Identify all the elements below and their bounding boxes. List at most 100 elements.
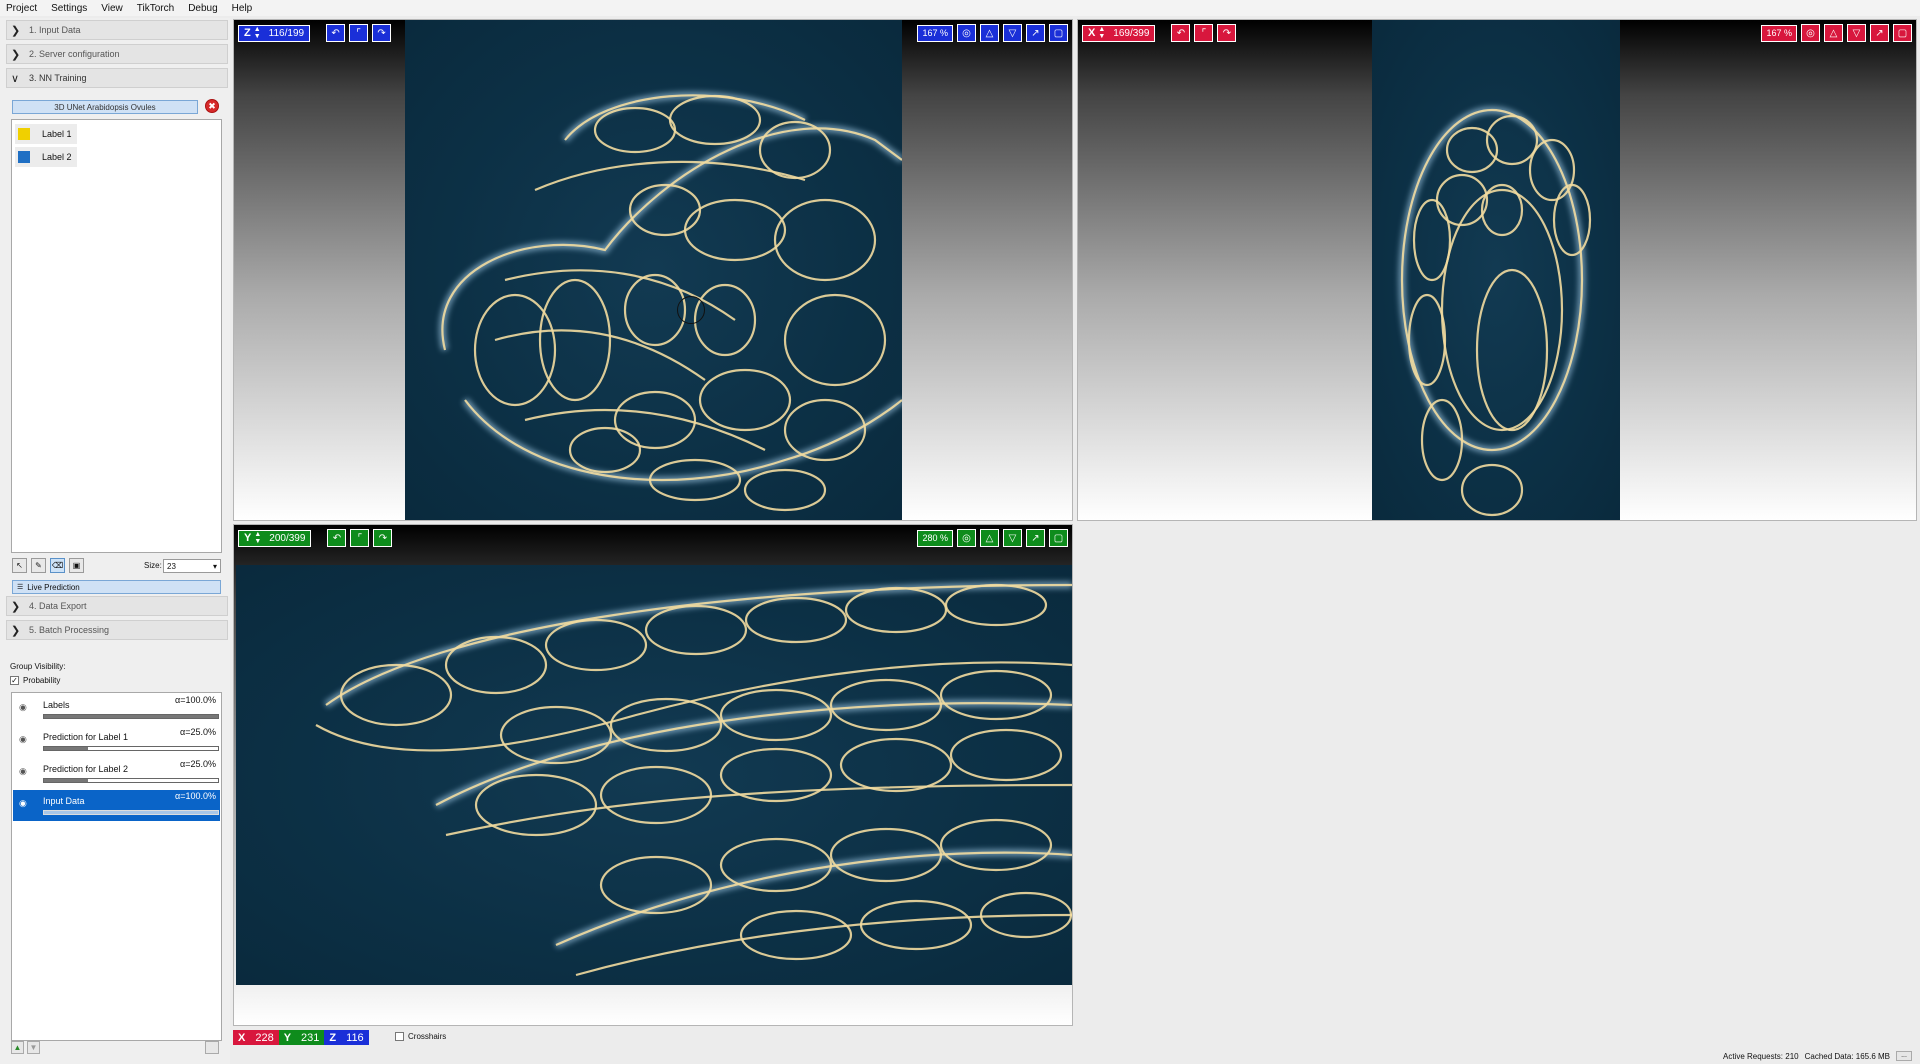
cell-membranes: [1398, 106, 1592, 517]
rotate-right-icon[interactable]: ↷: [373, 529, 393, 547]
eye-icon[interactable]: ◉: [19, 798, 27, 809]
label-color-swatch[interactable]: [18, 128, 30, 140]
slice-index: 116/199: [268, 27, 305, 39]
move-up-icon[interactable]: ▲: [11, 1041, 24, 1054]
eye-icon[interactable]: ◉: [19, 734, 27, 745]
layer-settings-icon[interactable]: [205, 1041, 219, 1054]
cached-data: Cached Data: 165.6 MB: [1804, 1051, 1890, 1061]
checkbox-unchecked-icon[interactable]: [395, 1032, 404, 1041]
opacity-slider[interactable]: [43, 714, 219, 719]
label-item[interactable]: Label 1: [15, 124, 77, 144]
more-icon[interactable]: ...: [1896, 1051, 1912, 1061]
zoom-out-icon[interactable]: ▽: [1003, 529, 1022, 547]
section-label: 1. Input Data: [29, 25, 81, 35]
fullscreen-icon[interactable]: ▢: [1049, 529, 1068, 547]
camera-icon[interactable]: ◎: [957, 24, 976, 42]
crosshairs-checkbox[interactable]: Crosshairs: [395, 1032, 446, 1041]
zoom-in-icon[interactable]: △: [1824, 24, 1843, 42]
menu-help[interactable]: Help: [232, 3, 253, 14]
image-slice-y[interactable]: [236, 565, 1072, 985]
viewer-z[interactable]: Z ▲ ▼ 116/199 ↶ ⌜ ↷ 167 % ◎ △ ▽ ↗ ▢: [233, 19, 1073, 521]
layer-row[interactable]: ◉ Prediction for Label 1 α=25.0%: [13, 726, 220, 757]
zoom-level[interactable]: 167 %: [917, 24, 953, 42]
opacity-fill: [44, 811, 218, 814]
section-label: 2. Server configuration: [29, 49, 120, 59]
eye-icon[interactable]: ◉: [19, 766, 27, 777]
updown-icon[interactable]: ▲ ▼: [254, 531, 261, 545]
rotate-left-icon[interactable]: ↶: [1171, 24, 1191, 42]
close-model-icon[interactable]: ✖: [205, 99, 219, 113]
group-visibility-label: Group Visibility:: [10, 662, 66, 671]
opacity-fill: [44, 779, 88, 782]
rotate-left-icon[interactable]: ↶: [327, 529, 347, 547]
layer-list: ◉ Labels α=100.0% ◉ Prediction for Label…: [11, 692, 222, 1041]
layer-name: Labels: [43, 700, 70, 710]
layer-opacity: α=25.0%: [180, 727, 216, 737]
swap-axes-icon[interactable]: ⌜: [349, 24, 369, 42]
pointer-tool-icon[interactable]: ↖: [12, 558, 27, 573]
layer-opacity: α=25.0%: [180, 759, 216, 769]
brush-size-select[interactable]: 23 ▾: [163, 559, 221, 573]
zoom-out-icon[interactable]: ▽: [1003, 24, 1022, 42]
section-label: 4. Data Export: [29, 601, 87, 611]
eye-icon[interactable]: ◉: [19, 702, 27, 713]
menu-project[interactable]: Project: [6, 3, 37, 14]
section-input-data[interactable]: ❯ 1. Input Data: [6, 20, 228, 40]
maximize-icon[interactable]: ↗: [1870, 24, 1889, 42]
maximize-icon[interactable]: ↗: [1026, 24, 1045, 42]
live-prediction-button[interactable]: ☰ Live Prediction: [12, 580, 221, 594]
updown-icon[interactable]: ▲ ▼: [1098, 26, 1105, 40]
menu-debug[interactable]: Debug: [188, 3, 217, 14]
section-batch-processing[interactable]: ❯ 5. Batch Processing: [6, 620, 228, 640]
slice-selector[interactable]: X ▲ ▼ 169/399: [1082, 24, 1156, 42]
position-x-value: 228: [255, 1031, 274, 1044]
opacity-slider[interactable]: [43, 746, 219, 751]
slice-index: 169/399: [1113, 27, 1150, 39]
layer-row[interactable]: ◉ Prediction for Label 2 α=25.0%: [13, 758, 220, 789]
image-slice-z[interactable]: [405, 20, 902, 520]
swap-axes-icon[interactable]: ⌜: [350, 529, 370, 547]
zoom-out-icon[interactable]: ▽: [1847, 24, 1866, 42]
model-name-button[interactable]: 3D UNet Arabidopsis Ovules: [12, 100, 198, 114]
menu-view[interactable]: View: [101, 3, 123, 14]
layer-row[interactable]: ◉ Labels α=100.0%: [13, 694, 220, 725]
label-name: Label 2: [42, 152, 72, 162]
rotate-right-icon[interactable]: ↷: [1217, 24, 1237, 42]
label-item[interactable]: Label 2: [15, 147, 77, 167]
fullscreen-icon[interactable]: ▢: [1893, 24, 1912, 42]
zoom-level[interactable]: 280 %: [917, 529, 953, 547]
section-data-export[interactable]: ❯ 4. Data Export: [6, 596, 228, 616]
camera-icon[interactable]: ◎: [957, 529, 976, 547]
camera-icon[interactable]: ◎: [1801, 24, 1820, 42]
brush-tool-icon[interactable]: ✎: [31, 558, 46, 573]
zoom-in-icon[interactable]: △: [980, 529, 999, 547]
menu-tiktorch[interactable]: TikTorch: [137, 3, 174, 14]
viewer-x-hud-right: 167 % ◎ △ ▽ ↗ ▢: [1761, 24, 1912, 42]
viewer-x[interactable]: X ▲ ▼ 169/399 ↶ ⌜ ↷ 167 % ◎ △ ▽ ↗ ▢: [1077, 19, 1917, 521]
opacity-slider[interactable]: [43, 778, 219, 783]
checkbox-checked-icon[interactable]: ✓: [10, 676, 19, 685]
section-server-config[interactable]: ❯ 2. Server configuration: [6, 44, 228, 64]
slice-selector[interactable]: Z ▲ ▼ 116/199: [238, 24, 311, 42]
rotate-right-icon[interactable]: ↷: [372, 24, 392, 42]
rotate-left-icon[interactable]: ↶: [326, 24, 346, 42]
eraser-tool-icon[interactable]: ⌫: [50, 558, 65, 573]
fullscreen-icon[interactable]: ▢: [1049, 24, 1068, 42]
threshold-tool-icon[interactable]: ▣: [69, 558, 84, 573]
label-color-swatch[interactable]: [18, 151, 30, 163]
viewer-y[interactable]: Y ▲ ▼ 200/399 ↶ ⌜ ↷ 280 % ◎ △ ▽ ↗ ▢: [233, 524, 1073, 1026]
opacity-slider[interactable]: [43, 810, 219, 815]
image-slice-x[interactable]: [1372, 20, 1620, 520]
section-nn-training[interactable]: ∨ 3. NN Training: [6, 68, 228, 88]
slice-selector[interactable]: Y ▲ ▼ 200/399: [238, 529, 312, 547]
position-z: Z 116: [324, 1030, 369, 1045]
swap-axes-icon[interactable]: ⌜: [1194, 24, 1214, 42]
menu-settings[interactable]: Settings: [51, 3, 87, 14]
probability-checkbox[interactable]: ✓ Probability: [10, 676, 60, 685]
move-down-icon[interactable]: ▼: [27, 1041, 40, 1054]
zoom-level[interactable]: 167 %: [1761, 24, 1797, 42]
maximize-icon[interactable]: ↗: [1026, 529, 1045, 547]
updown-icon[interactable]: ▲ ▼: [254, 26, 261, 40]
zoom-in-icon[interactable]: △: [980, 24, 999, 42]
layer-row-selected[interactable]: ◉ Input Data α=100.0%: [13, 790, 220, 821]
